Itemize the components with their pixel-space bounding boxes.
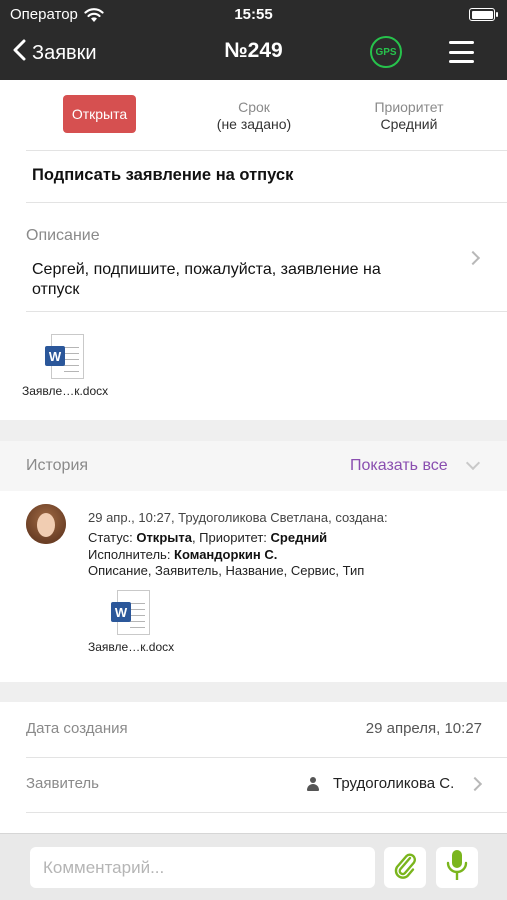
docx-file-icon: W <box>45 334 85 380</box>
chevron-down-icon[interactable] <box>465 455 481 471</box>
priority-value: Средний <box>380 116 438 132</box>
attachment-name: Заявле…к.docx <box>88 640 175 654</box>
avatar <box>26 504 66 544</box>
applicant-row[interactable]: Заявитель Трудоголикова С. <box>0 757 507 812</box>
priority-label: Приоритет <box>374 99 444 115</box>
history-entry-header: 29 апр., 10:27, Трудоголикова Светлана, … <box>88 510 388 525</box>
description-section[interactable]: Описание Сергей, подпишите, пожалуйста, … <box>0 203 507 311</box>
description-text: Сергей, подпишите, пожалуйста, заявление… <box>32 261 381 298</box>
assignee-value: Командоркин С. <box>174 546 278 562</box>
divider <box>26 150 507 151</box>
status-label: Открыта <box>71 106 128 122</box>
deadline-field[interactable]: Срок (не задано) <box>184 99 324 133</box>
history-header: История Показать все <box>0 441 507 491</box>
status-prefix: Статус: <box>88 530 137 545</box>
history-assignee-line: Исполнитель: Командоркин С. <box>88 547 364 564</box>
deadline-label: Срок <box>238 99 270 115</box>
history-entry-details: Статус: Открыта, Приоритет: Средний Испо… <box>88 530 364 580</box>
status-badge[interactable]: Открыта <box>63 95 136 133</box>
section-separator <box>0 682 507 702</box>
chevron-right-icon <box>465 250 481 266</box>
applicant-value: Трудоголикова С. <box>333 775 455 792</box>
priority-field[interactable]: Приоритет Средний <box>339 99 479 133</box>
history-fields-line: Описание, Заявитель, Название, Сервис, Т… <box>88 563 365 578</box>
battery-icon <box>469 8 498 21</box>
divider <box>26 311 507 312</box>
gps-label: GPS <box>375 46 397 58</box>
assignee-prefix: Исполнитель: <box>88 546 175 562</box>
ticket-title: Подписать заявление на отпуск <box>32 166 294 184</box>
show-all-link[interactable]: Показать все <box>350 457 448 475</box>
microphone-icon <box>446 849 468 886</box>
history-label: История <box>26 457 89 474</box>
status-bar: Оператор 15:55 <box>0 0 507 28</box>
gps-button[interactable]: GPS <box>370 36 402 68</box>
chevron-right-icon <box>467 776 483 792</box>
attach-button[interactable] <box>384 847 426 888</box>
hamburger-icon[interactable] <box>449 41 474 63</box>
applicant-label: Заявитель <box>26 775 99 792</box>
description-label: Описание <box>26 227 100 244</box>
docx-file-icon: W <box>111 590 151 636</box>
app-header: Оператор 15:55 Заявки №249 GPS <box>0 0 507 80</box>
ticket-meta-row: Открыта Срок (не задано) Приоритет Средн… <box>0 80 507 150</box>
history-status-line: Статус: Открыта, Приоритет: Средний <box>88 530 364 547</box>
priority-value: Средний <box>270 530 328 545</box>
priority-prefix: , Приоритет: <box>191 530 271 545</box>
created-date-value: 29 апреля, 10:27 <box>365 720 482 737</box>
attachment-item[interactable]: W Заявле…к.docx <box>22 334 108 398</box>
history-attachment-item[interactable]: W Заявле…к.docx <box>88 590 174 654</box>
created-date-row: Дата создания 29 апреля, 10:27 <box>0 702 507 757</box>
history-entry: 29 апр., 10:27, Трудоголикова Светлана, … <box>0 491 507 682</box>
voice-input-button[interactable] <box>436 847 478 888</box>
divider <box>26 812 507 813</box>
page-title: №249 <box>224 39 283 62</box>
paperclip-icon <box>392 850 418 885</box>
section-separator <box>0 420 507 441</box>
clock: 15:55 <box>234 6 273 23</box>
deadline-value: (не задано) <box>216 116 292 132</box>
nav-bar: Заявки №249 GPS <box>0 28 507 80</box>
user-icon <box>307 777 319 791</box>
comment-bar <box>0 833 507 900</box>
status-value: Открыта <box>136 530 192 545</box>
attachment-name: Заявле…к.docx <box>22 384 109 398</box>
comment-input[interactable] <box>30 847 375 888</box>
created-date-label: Дата создания <box>26 720 128 737</box>
